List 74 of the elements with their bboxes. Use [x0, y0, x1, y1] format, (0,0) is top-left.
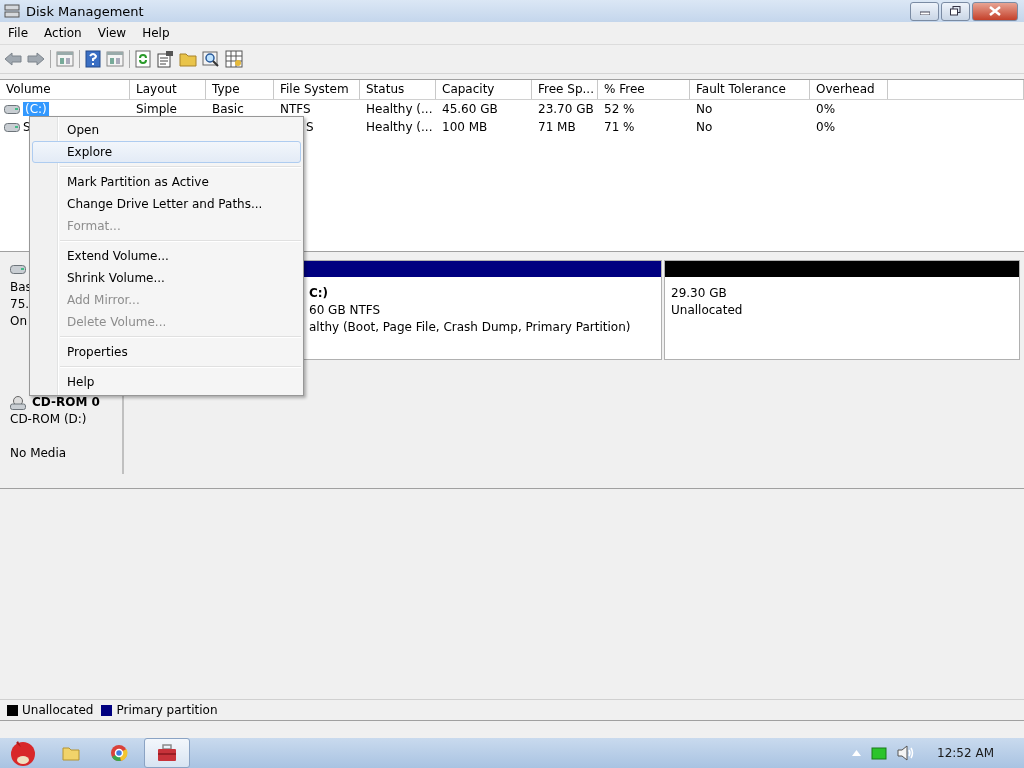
table-cell: 52 % — [604, 102, 635, 116]
close-button[interactable] — [972, 1, 1018, 21]
table-cell: No — [696, 120, 713, 134]
partition-info: Unallocated — [671, 303, 743, 317]
table-cell: Basic — [212, 102, 244, 116]
folder-icon[interactable] — [179, 51, 197, 67]
refresh-icon[interactable] — [135, 50, 151, 68]
partition-name: C:) — [309, 286, 329, 300]
table-cell: Healthy (... — [366, 102, 433, 116]
table-cell: S — [306, 120, 314, 134]
back-arrow-icon[interactable] — [4, 52, 22, 66]
search-icon[interactable] — [202, 50, 220, 68]
table-cell: 0% — [816, 102, 836, 116]
help-icon[interactable] — [85, 50, 101, 68]
panel-icon[interactable] — [106, 51, 124, 67]
close-icon — [989, 6, 1001, 16]
column-header[interactable]: Type — [206, 80, 274, 99]
cd-drive-icon — [10, 395, 26, 410]
column-header[interactable]: File System — [274, 80, 360, 99]
menu-item[interactable]: Explore — [32, 141, 301, 163]
column-header[interactable]: Free Sp... — [532, 80, 598, 99]
disk-info: On — [10, 314, 28, 328]
clock[interactable]: 12:52 AM — [937, 746, 994, 760]
column-header[interactable]: Status — [360, 80, 436, 99]
menu-item[interactable]: Mark Partition as Active — [32, 171, 301, 193]
table-cell: 100 MB — [442, 120, 488, 134]
table-cell: Simple — [136, 102, 177, 116]
taskbar-button[interactable] — [144, 738, 190, 768]
drive-icon — [4, 104, 20, 114]
partition-info: althy (Boot, Page File, Crash Dump, Primary Partition) — [309, 320, 631, 334]
menu-item[interactable]: Action — [36, 26, 90, 40]
column-header[interactable]: Fault Tolerance — [690, 80, 810, 99]
partition-block[interactable]: 29.30 GB Unallocated — [664, 260, 1020, 360]
restore-button[interactable] — [941, 1, 970, 21]
properties-icon[interactable] — [156, 50, 174, 68]
table-cell: 23.70 GB — [538, 102, 594, 116]
column-header[interactable]: Volume — [0, 80, 130, 99]
table-cell: 45.60 GB — [442, 102, 498, 116]
toolbox-icon — [157, 744, 177, 762]
column-header[interactable]: Layout — [130, 80, 206, 99]
network-icon[interactable] — [871, 746, 888, 760]
drive-icon — [4, 122, 20, 132]
menu-item[interactable]: Open — [32, 119, 301, 141]
browser-icon — [110, 744, 128, 762]
menu-item[interactable]: File — [0, 26, 37, 40]
forward-arrow-icon[interactable] — [27, 52, 45, 66]
partition-info: 29.30 GB — [671, 286, 727, 300]
column-header[interactable]: % Free — [598, 80, 690, 99]
menu-item[interactable]: View — [89, 26, 135, 40]
table-cell: No — [696, 102, 713, 116]
restore-icon — [950, 6, 961, 16]
speaker-icon[interactable] — [897, 745, 916, 761]
disk-info: No Media — [10, 446, 67, 460]
disk-name: CD-ROM 0 — [32, 394, 100, 411]
table-cell: NTFS — [280, 102, 311, 116]
disk-info: 75. — [10, 297, 30, 311]
menu-item[interactable]: Change Drive Letter and Paths... — [32, 193, 301, 215]
grid-icon[interactable] — [225, 50, 243, 68]
legend-label: Primary partition — [116, 703, 218, 717]
folder-icon — [62, 745, 80, 761]
table-cell: Healthy (... — [366, 120, 433, 134]
partition-info: 60 GB NTFS — [309, 303, 381, 317]
panel-icon[interactable] — [56, 51, 74, 67]
column-header[interactable]: Overhead — [810, 80, 888, 99]
window-title: Disk Management — [26, 3, 144, 19]
table-cell: 0% — [816, 120, 836, 134]
table-cell: 71 MB — [538, 120, 576, 134]
legend-label: Unallocated — [22, 703, 94, 717]
column-header[interactable]: Capacity — [436, 80, 532, 99]
disk-info: CD-ROM (D:) — [10, 412, 87, 426]
menu-item[interactable]: Help — [32, 371, 301, 393]
table-cell: 71 % — [604, 120, 635, 134]
disk-icon — [4, 4, 20, 18]
menu-item[interactable]: Help — [134, 26, 178, 40]
